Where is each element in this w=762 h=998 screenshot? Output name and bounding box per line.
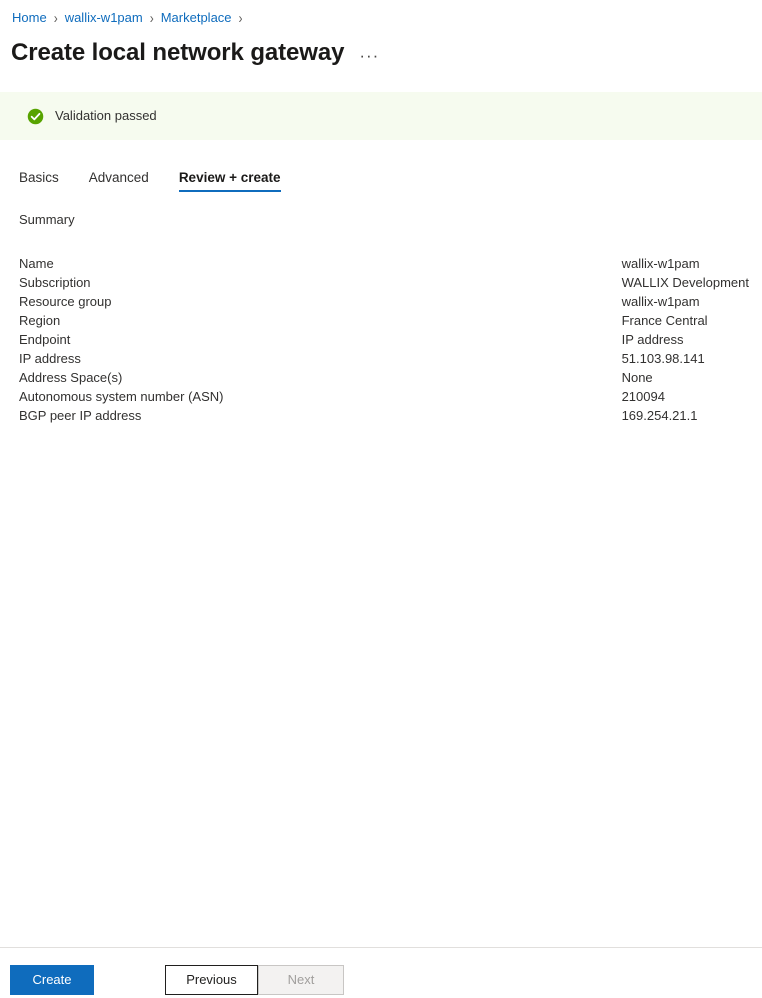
- summary-label-region: Region: [19, 313, 61, 328]
- validation-status-text: Validation passed: [55, 108, 157, 123]
- next-button: Next: [258, 965, 344, 995]
- table-row: BGP peer IP address 169.254.21.1: [19, 406, 749, 425]
- summary-label-asn: Autonomous system number (ASN): [19, 389, 224, 404]
- previous-button[interactable]: Previous: [165, 965, 258, 995]
- create-button[interactable]: Create: [10, 965, 94, 995]
- footer-action-bar: Create Previous Next: [0, 947, 762, 998]
- table-row: Name wallix-w1pam: [19, 254, 749, 273]
- summary-value-asn: 210094: [621, 389, 665, 404]
- breadcrumb-item-wallix-w1pam[interactable]: wallix-w1pam: [65, 8, 143, 28]
- summary-value-address-spaces: None: [621, 370, 653, 385]
- tab-basics[interactable]: Basics: [19, 168, 59, 192]
- summary-label-subscription: Subscription: [19, 275, 91, 290]
- tab-review-create[interactable]: Review + create: [178, 168, 281, 192]
- summary-label-bgp-peer-ip: BGP peer IP address: [19, 408, 142, 423]
- summary-value-ip-address: 51.103.98.141: [621, 351, 705, 366]
- table-row: Address Space(s) None: [19, 368, 749, 387]
- summary-heading: Summary: [19, 212, 75, 227]
- chevron-right-icon: ›: [53, 9, 58, 27]
- summary-label-ip-address: IP address: [19, 351, 81, 366]
- breadcrumb: Home › wallix-w1pam › Marketplace ›: [12, 8, 250, 28]
- summary-label-name: Name: [19, 256, 54, 271]
- page-title: Create local network gateway: [11, 39, 345, 66]
- table-row: Endpoint IP address: [19, 330, 749, 349]
- chevron-right-icon: ›: [149, 9, 154, 27]
- tab-advanced[interactable]: Advanced: [89, 168, 149, 192]
- breadcrumb-item-home[interactable]: Home: [12, 8, 47, 28]
- table-row: IP address 51.103.98.141: [19, 349, 749, 368]
- table-row: Resource group wallix-w1pam: [19, 292, 749, 311]
- chevron-right-icon: ›: [238, 9, 243, 27]
- more-options-icon[interactable]: ···: [356, 47, 382, 64]
- summary-value-name: wallix-w1pam: [621, 256, 700, 271]
- table-row: Subscription WALLIX Development: [19, 273, 749, 292]
- summary-label-resource-group: Resource group: [19, 294, 112, 309]
- table-row: Region France Central: [19, 311, 749, 330]
- summary-label-endpoint: Endpoint: [19, 332, 71, 347]
- table-row: Autonomous system number (ASN) 210094: [19, 387, 749, 406]
- validation-banner: Validation passed: [0, 92, 762, 140]
- summary-value-endpoint: IP address: [621, 332, 684, 347]
- summary-value-resource-group: wallix-w1pam: [621, 294, 700, 309]
- page-header: Create local network gateway ···: [11, 34, 382, 68]
- wizard-tabs: Basics Advanced Review + create: [19, 168, 281, 198]
- summary-value-region: France Central: [621, 313, 708, 328]
- check-circle-icon: [27, 108, 44, 124]
- summary-label-address-spaces: Address Space(s): [19, 370, 123, 385]
- breadcrumb-item-marketplace[interactable]: Marketplace: [161, 8, 232, 28]
- summary-value-bgp-peer-ip: 169.254.21.1: [621, 408, 698, 423]
- summary-value-subscription: WALLIX Development: [621, 275, 749, 290]
- summary-table: Name wallix-w1pam Subscription WALLIX De…: [19, 254, 749, 425]
